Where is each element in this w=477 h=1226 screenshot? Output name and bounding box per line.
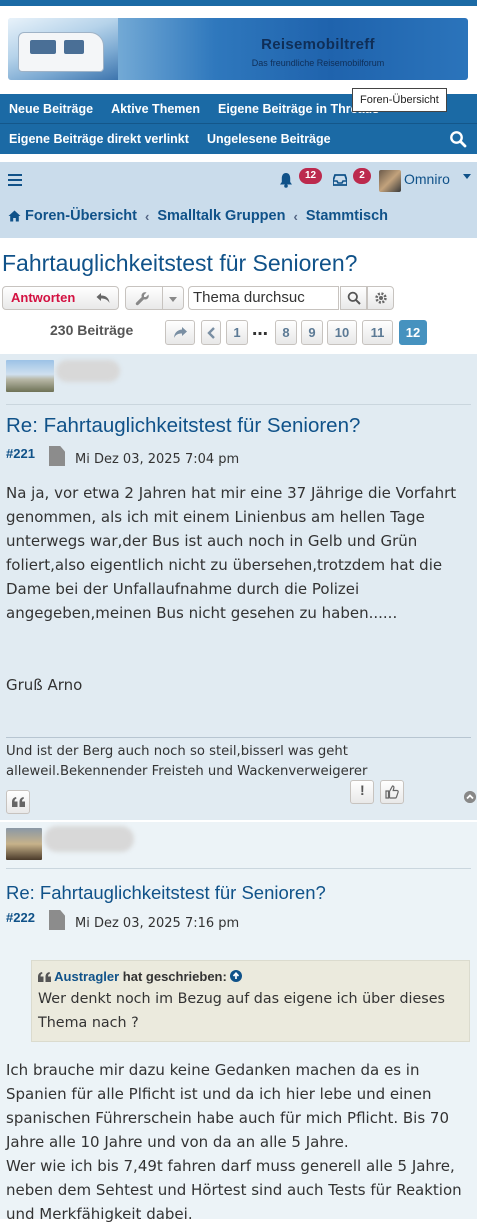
post-date: Mi Dez 03, 2025 7:04 pm (75, 452, 240, 467)
page-link[interactable]: 1 (226, 320, 248, 345)
report-button[interactable]: ! (350, 780, 374, 804)
post: Re: Fahrtauglichkeitstest für Senioren? … (0, 822, 477, 1223)
quote-icon (38, 972, 51, 982)
breadcrumb-stammtisch[interactable]: Stammtisch (306, 208, 388, 224)
wrench-icon (135, 292, 149, 306)
avatar[interactable] (379, 170, 401, 192)
post-text: Ich brauche mir dazu keine Gedanken mach… (6, 1061, 449, 1151)
chevron-left-icon: ‹ (145, 208, 150, 224)
advanced-search-button[interactable] (367, 286, 394, 310)
share-arrow-icon (174, 327, 187, 338)
username-redacted (56, 360, 120, 382)
rv-window (30, 40, 56, 54)
header: Reisemobiltreff Das freundliche Reisemob… (0, 6, 477, 92)
chevron-left-icon (207, 327, 215, 339)
username-redacted (44, 826, 134, 852)
thumbs-up-icon (385, 785, 399, 799)
chevron-down-icon (169, 297, 177, 302)
nav-unread-posts[interactable]: Ungelesene Beiträge (198, 132, 340, 146)
chevron-left-icon: ‹ (293, 208, 298, 224)
search-icon (347, 291, 361, 305)
page-link[interactable]: 11 (362, 320, 393, 345)
file-icon[interactable] (49, 910, 65, 930)
post-subject[interactable]: Re: Fahrtauglichkeitstest für Senioren? (6, 414, 360, 438)
post-count: 230 Beiträge (50, 322, 134, 338)
quote-block: Austragler hat geschrieben: Wer denkt no… (31, 960, 470, 1042)
page-link[interactable]: 9 (301, 320, 323, 345)
quote-button[interactable] (6, 790, 30, 814)
post-text: Na ja, vor etwa 2 Jahren hat mir eine 37… (6, 484, 457, 622)
chevron-down-icon[interactable] (463, 174, 471, 179)
divider (162, 287, 163, 309)
site-banner[interactable]: Reisemobiltreff Das freundliche Reisemob… (8, 18, 468, 80)
arrow-up-circle-icon[interactable] (230, 970, 243, 982)
post-date: Mi Dez 03, 2025 7:16 pm (75, 916, 240, 931)
quote-icon (12, 797, 25, 807)
jump-to-page-button[interactable] (165, 320, 195, 345)
avatar[interactable] (6, 360, 54, 392)
back-to-top-icon[interactable] (464, 791, 476, 803)
topic-toolbar: Antworten Thema durchsuc (2, 286, 477, 312)
banner-image (8, 18, 118, 80)
divider (6, 868, 471, 869)
tooltip: Foren-Übersicht (352, 88, 447, 112)
post-number[interactable]: #221 (6, 446, 35, 461)
nav-row: Eigene Beiträge direkt verlinkt Ungelese… (0, 124, 477, 154)
post: Re: Fahrtauglichkeitstest für Senioren? … (0, 354, 477, 820)
site-subtitle: Das freundliche Reisemobilforum (251, 58, 385, 68)
rv-window (64, 40, 84, 54)
reply-label: Antworten (11, 290, 76, 305)
quote-header: Austragler hat geschrieben: (38, 967, 463, 987)
quote-wrote: hat geschrieben: (122, 969, 227, 984)
notifications-badge[interactable]: 12 (299, 168, 323, 184)
quote-text: Wer denkt noch im Bezug auf das eigene i… (38, 991, 445, 1031)
username[interactable]: Omniro (404, 171, 450, 187)
search-icon[interactable] (449, 130, 467, 148)
avatar[interactable] (6, 828, 42, 860)
quote-author[interactable]: Austragler (54, 969, 119, 984)
signature: Und ist der Berg auch noch so steil,biss… (6, 737, 471, 782)
topic-title[interactable]: Fahrtauglichkeitstest für Senioren? (2, 250, 357, 277)
page-link[interactable]: 8 (275, 320, 297, 345)
exclamation-icon: ! (360, 782, 365, 798)
topic-search-input[interactable]: Thema durchsuc (188, 286, 339, 310)
page-ellipsis: … (252, 320, 268, 339)
current-page: 12 (399, 320, 427, 345)
nav-active-topics[interactable]: Aktive Themen (102, 102, 209, 116)
messages-badge[interactable]: 2 (353, 168, 371, 184)
post-text: Gruß Arno (6, 676, 83, 694)
previous-page-button[interactable] (201, 320, 221, 345)
breadcrumb-forum-index[interactable]: Foren-Übersicht (25, 208, 137, 224)
home-icon (8, 210, 21, 222)
post-content: Ich brauche mir dazu keine Gedanken mach… (6, 1058, 474, 1226)
post-subject[interactable]: Re: Fahrtauglichkeitstest für Senioren? (6, 882, 326, 904)
inbox-icon[interactable] (333, 173, 347, 186)
breadcrumb-smalltalk[interactable]: Smalltalk Gruppen (157, 208, 285, 224)
gear-icon (375, 292, 387, 304)
divider (6, 404, 471, 405)
nav-new-posts[interactable]: Neue Beiträge (0, 102, 102, 116)
breadcrumb: Foren-Übersicht ‹ Smalltalk Gruppen ‹ St… (8, 208, 388, 224)
user-bar: 12 2 Omniro Foren-Übersicht ‹ Smalltalk … (0, 162, 477, 238)
reply-arrow-icon (96, 293, 110, 303)
bell-icon[interactable] (279, 172, 293, 188)
file-icon[interactable] (49, 446, 65, 466)
post-content: Na ja, vor etwa 2 Jahren hat mir eine 37… (6, 481, 474, 697)
like-button[interactable] (380, 780, 404, 804)
menu-icon[interactable] (8, 174, 22, 186)
reply-button[interactable]: Antworten (2, 286, 119, 310)
topic-tools-button[interactable] (125, 286, 184, 310)
nav-own-posts-direct[interactable]: Eigene Beiträge direkt verlinkt (0, 132, 198, 146)
pagination: 230 Beiträge 1 … 8 9 10 11 12 (0, 320, 477, 346)
page-link[interactable]: 10 (327, 320, 357, 345)
site-title: Reisemobiltreff (261, 36, 375, 53)
post-number[interactable]: #222 (6, 910, 35, 925)
search-button[interactable] (340, 286, 367, 310)
post-text: Wer wie ich bis 7,49t fahren darf muss g… (6, 1157, 462, 1223)
